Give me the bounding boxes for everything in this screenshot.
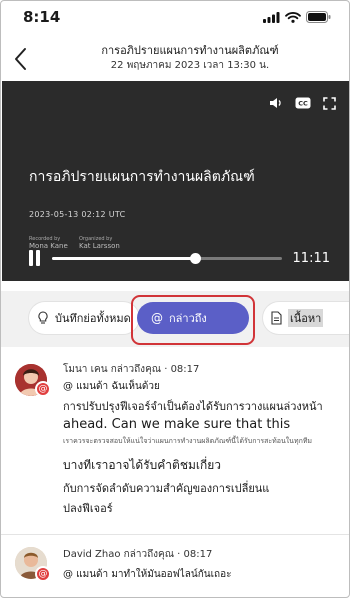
mention-line: กับการจัดลำดับความสำคัญของการเปลี่ยนแ <box>63 482 270 495</box>
mention-line: ปลงฟีเจอร์ <box>63 502 113 515</box>
svg-text:CC: CC <box>298 100 308 108</box>
video-title: การอภิปรายแผนการทำงานผลิตภัณฑ์ <box>29 169 255 185</box>
back-arrow-icon[interactable] <box>11 45 31 73</box>
status-time: 8:14 <box>23 8 61 26</box>
highlight-box <box>131 295 255 345</box>
divider <box>1 534 349 535</box>
tab-all-notes-label: บันทึกย่อทั้งหมด <box>55 312 131 325</box>
mention-badge: @ <box>35 381 51 397</box>
lightbulb-icon <box>38 311 48 324</box>
signal-icon <box>263 11 280 23</box>
pause-icon[interactable] <box>29 250 41 266</box>
page-subtitle: 22 พฤษภาคม 2023 เวลา 13:30 น. <box>110 60 270 71</box>
nav-bar: การอภิปรายแผนการทำงานผลิตภัณฑ์ 22 พฤษภาค… <box>1 37 349 81</box>
mention-header: David Zhao กล่าวถึงคุณ · 08:17 <box>63 549 213 560</box>
battery-icon <box>306 11 331 23</box>
volume-icon[interactable] <box>265 92 287 114</box>
progress-fill <box>52 257 195 260</box>
captions-icon[interactable]: CC <box>292 92 314 114</box>
mention-text: @ แมนด้า ฉันเห็นด้วย <box>63 381 160 392</box>
video-date: 2023-05-13 02:12 UTC <box>29 210 126 219</box>
video-duration: 11:11 <box>292 251 330 266</box>
tab-content-label: เนื้อหา <box>288 309 324 327</box>
mention-line: เราควรจะตรวจสอบให้แน่ใจว่าแผนการทำงานผลิ… <box>63 437 313 445</box>
mention-text: @ แมนด้า มาทำให้มันออฟไลน์กันเถอะ <box>63 569 232 580</box>
progress-handle[interactable] <box>189 253 201 264</box>
page-title: การอภิปรายแผนการทำงานผลิตภัณฑ์ <box>101 44 279 57</box>
fullscreen-icon[interactable] <box>318 92 340 114</box>
tab-all-notes[interactable]: บันทึกย่อทั้งหมด <box>29 302 139 334</box>
mention-header: โมนา เคน กล่าวถึงคุณ · 08:17 <box>63 364 200 375</box>
wifi-icon <box>285 11 301 23</box>
organized-by-name: Kat Larsson <box>79 242 120 250</box>
mention-line: ahead. Can we make sure that this <box>63 417 291 432</box>
video-player[interactable]: CC การอภิปรายแผนการทำงานผลิตภัณฑ์ 2023-0… <box>2 81 349 281</box>
app-screen: 8:14 การอภิปรายแผนการทำงานผลิตภัณฑ์ 22 พ… <box>0 0 350 598</box>
mention-line: บางทีเราอาจได้รับคำติชมเกี่ยว <box>63 458 222 472</box>
mention-line: การปรับปรุงฟีเจอร์จำเป็นต้องได้รับการวาง… <box>63 400 323 413</box>
tab-content[interactable]: เนื้อหา <box>263 302 349 334</box>
recorded-by-name: Mona Kane <box>29 242 68 250</box>
progress-track[interactable] <box>52 253 282 264</box>
document-icon <box>271 311 282 325</box>
status-bar: 8:14 <box>1 1 349 37</box>
mention-badge: @ <box>35 566 51 582</box>
status-icons <box>263 11 331 23</box>
